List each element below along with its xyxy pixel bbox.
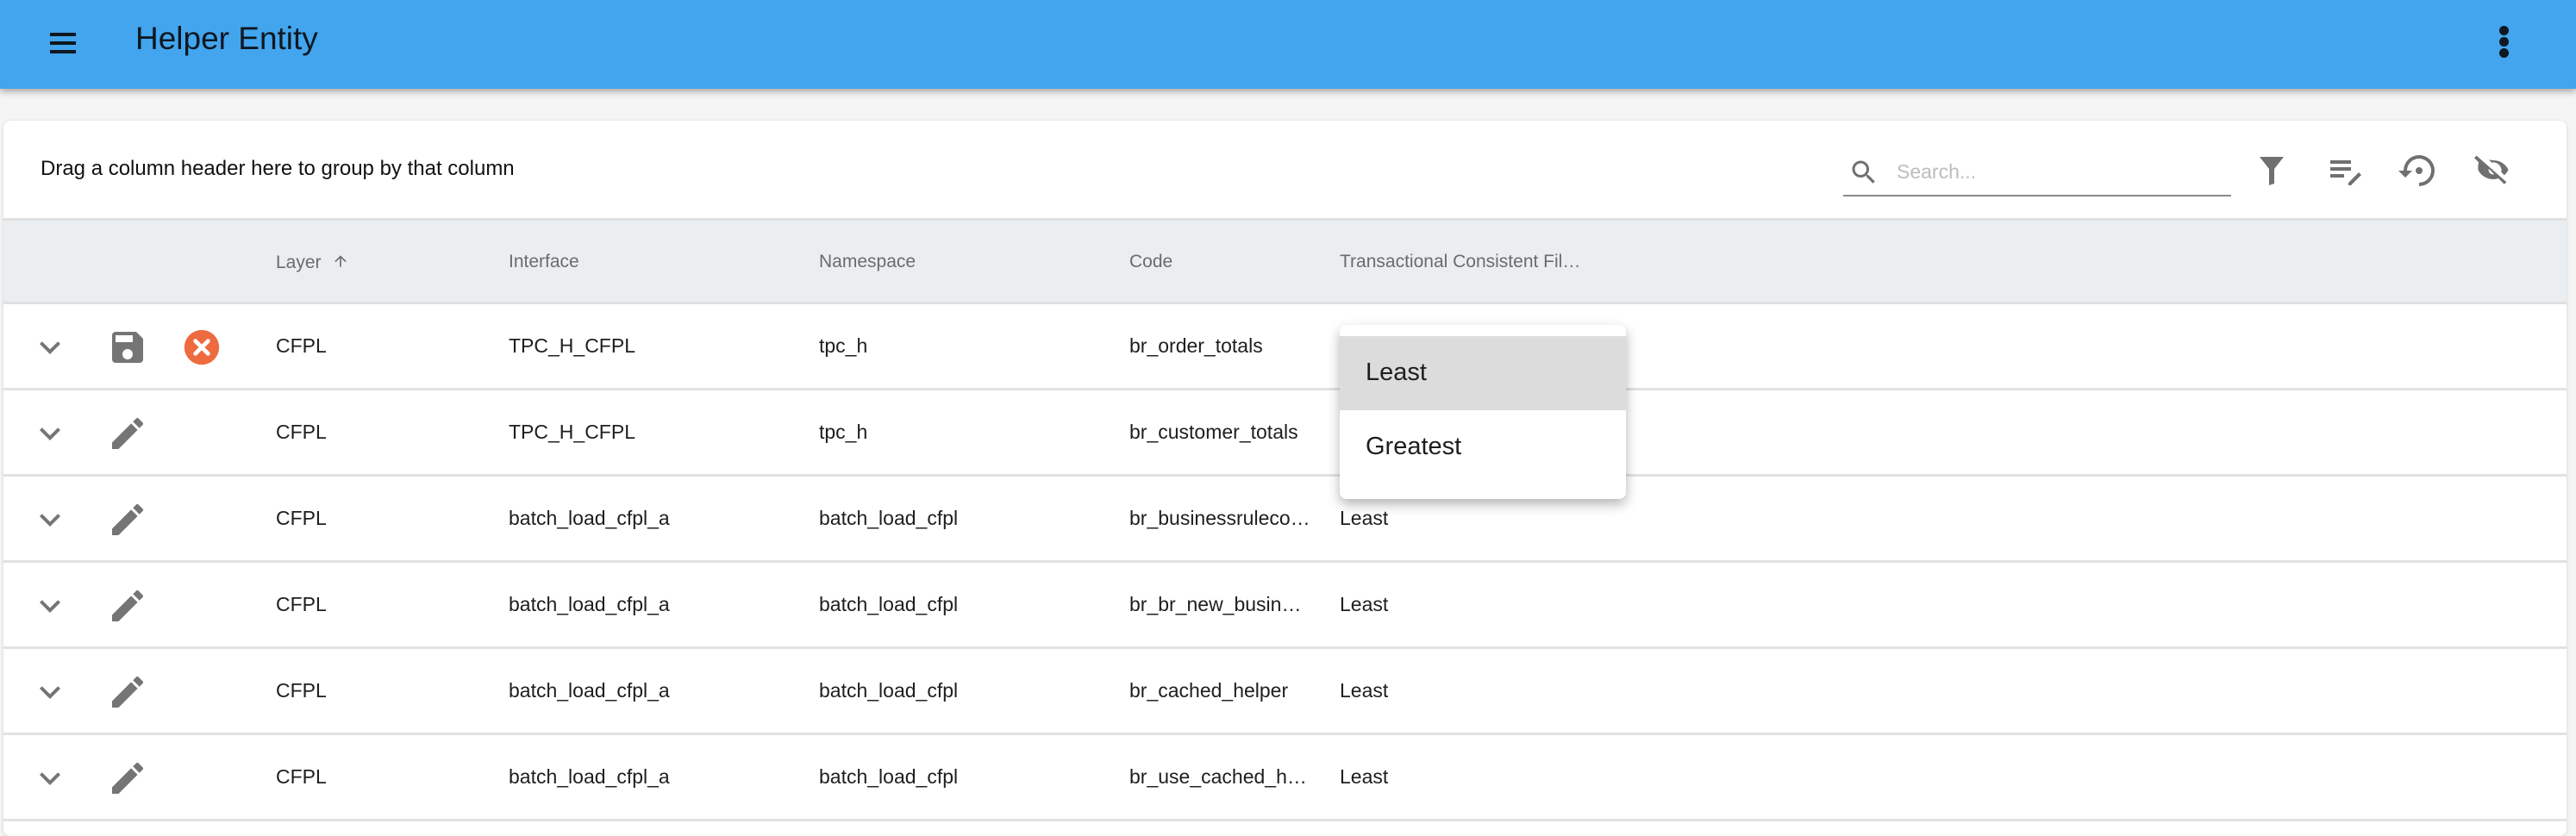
dropdown-option-greatest[interactable]: Greatest <box>1340 410 1626 484</box>
option-label: Least <box>1366 359 1427 386</box>
data-grid: Drag a column header here to group by th… <box>3 121 2567 836</box>
cell-tcf: Least <box>1340 679 1389 702</box>
edit-row-button[interactable] <box>107 413 148 454</box>
expand-row-button[interactable] <box>29 585 71 627</box>
save-icon <box>112 332 143 363</box>
cell-namespace: batch_load_cfpl <box>819 679 959 702</box>
group-hint: Drag a column header here to group by th… <box>41 157 515 180</box>
expand-row-button[interactable] <box>29 758 71 799</box>
cell-tcf: Least <box>1340 507 1389 529</box>
cell-code: br_cached_helper <box>1129 679 1289 702</box>
edit-row-button[interactable] <box>107 758 148 799</box>
table-row[interactable]: CFPL batch_load_cfpl_a batch_load_cfpl br_c… <box>3 649 2567 735</box>
filter-button[interactable] <box>2251 150 2292 191</box>
expand-row-button[interactable] <box>29 671 71 713</box>
edit-pencil-icon <box>112 762 143 794</box>
expand-chevron-icon <box>40 427 60 440</box>
app-bar: Helper Entity <box>0 0 2576 89</box>
cell-layer: CFPL <box>276 679 327 702</box>
cell-namespace: batch_load_cfpl <box>819 765 959 788</box>
edit-pencil-icon <box>112 417 143 449</box>
cell-interface: batch_load_cfpl_a <box>509 593 670 615</box>
option-label: Greatest <box>1366 433 1462 460</box>
expand-row-button[interactable] <box>29 327 71 368</box>
search-input[interactable] <box>1895 157 2226 186</box>
cell-code: br_br_new_busin… <box>1129 593 1302 615</box>
sort-ascending-icon <box>334 255 347 267</box>
table-row[interactable]: CFPL TPC_H_CFPL tpc_h br_order_totals <box>3 304 2567 390</box>
hide-columns-button[interactable] <box>2473 150 2514 191</box>
cell-interface: batch_load_cfpl_a <box>509 679 670 702</box>
column-header-code[interactable]: Code <box>1129 252 1172 272</box>
group-panel[interactable]: Drag a column header here to group by th… <box>3 121 2567 218</box>
expand-row-button[interactable] <box>29 499 71 540</box>
hamburger-menu-icon[interactable] <box>45 28 86 62</box>
column-header-namespace[interactable]: Namespace <box>819 252 916 272</box>
table-header-row: Layer Interface Namespace Code Transacti… <box>3 218 2567 304</box>
cell-interface: batch_load_cfpl_a <box>509 507 670 529</box>
save-row-button[interactable] <box>107 327 148 368</box>
cell-interface: TPC_H_CFPL <box>509 421 635 443</box>
expand-chevron-icon <box>40 600 60 613</box>
restore-icon <box>2398 155 2435 186</box>
restore-button[interactable] <box>2398 150 2440 191</box>
table-row[interactable]: CFPL TPC_H_CFPL tpc_h br_customer_totals <box>3 390 2567 477</box>
expand-row-button[interactable] <box>29 413 71 454</box>
edit-columns-button[interactable] <box>2325 150 2367 191</box>
edit-pencil-icon <box>112 676 143 708</box>
cell-tcf: Least <box>1340 593 1389 615</box>
cell-layer: CFPL <box>276 507 327 529</box>
edit-row-button[interactable] <box>107 585 148 627</box>
cell-layer: CFPL <box>276 765 327 788</box>
expand-chevron-icon <box>40 772 60 785</box>
cell-namespace: batch_load_cfpl <box>819 507 959 529</box>
cell-layer: CFPL <box>276 334 327 357</box>
more-vert-icon[interactable] <box>2492 24 2517 59</box>
cell-code: br_businessruleco… <box>1129 507 1310 529</box>
table-row[interactable]: CFPL batch_load_cfpl_a batch_load_cfpl br_b… <box>3 477 2567 563</box>
cell-namespace: tpc_h <box>819 421 868 443</box>
filter-icon <box>2260 157 2284 185</box>
edit-row-button[interactable] <box>107 671 148 713</box>
cancel-edit-button[interactable] <box>183 328 221 366</box>
edit-row-button[interactable] <box>107 499 148 540</box>
column-header-layer[interactable]: Layer <box>276 252 349 273</box>
tcf-dropdown-menu: Least Greatest <box>1340 325 1626 499</box>
edit-pencil-icon <box>112 503 143 535</box>
column-header-transactional-consistent[interactable]: Transactional Consistent Fil… <box>1340 252 1580 272</box>
page-title: Helper Entity <box>135 21 318 56</box>
cell-namespace: batch_load_cfpl <box>819 593 959 615</box>
cell-tcf: Least <box>1340 765 1389 788</box>
cell-interface: TPC_H_CFPL <box>509 334 635 357</box>
cell-code: br_order_totals <box>1129 334 1263 357</box>
search-icon <box>1852 160 1875 184</box>
cell-layer: CFPL <box>276 593 327 615</box>
search-field[interactable] <box>1843 147 2231 197</box>
cell-code: br_use_cached_h… <box>1129 765 1307 788</box>
table-row[interactable]: CFPL batch_load_cfpl_a batch_load_cfpl br_u… <box>3 735 2567 821</box>
column-header-interface[interactable]: Interface <box>509 252 579 272</box>
cell-code: br_customer_totals <box>1129 421 1298 443</box>
expand-chevron-icon <box>40 514 60 527</box>
edit-pencil-icon <box>112 590 143 621</box>
table-row[interactable]: CFPL batch_load_cfpl_a batch_load_cfpl br_b… <box>3 563 2567 649</box>
dropdown-option-least[interactable]: Least <box>1340 336 1626 410</box>
expand-chevron-icon <box>40 686 60 699</box>
expand-chevron-icon <box>40 341 60 354</box>
cancel-icon <box>184 329 220 365</box>
playlist-edit-icon <box>2330 160 2361 185</box>
cell-interface: batch_load_cfpl_a <box>509 765 670 788</box>
visibility-off-icon <box>2474 155 2509 184</box>
cell-namespace: tpc_h <box>819 334 868 357</box>
cell-layer: CFPL <box>276 421 327 443</box>
